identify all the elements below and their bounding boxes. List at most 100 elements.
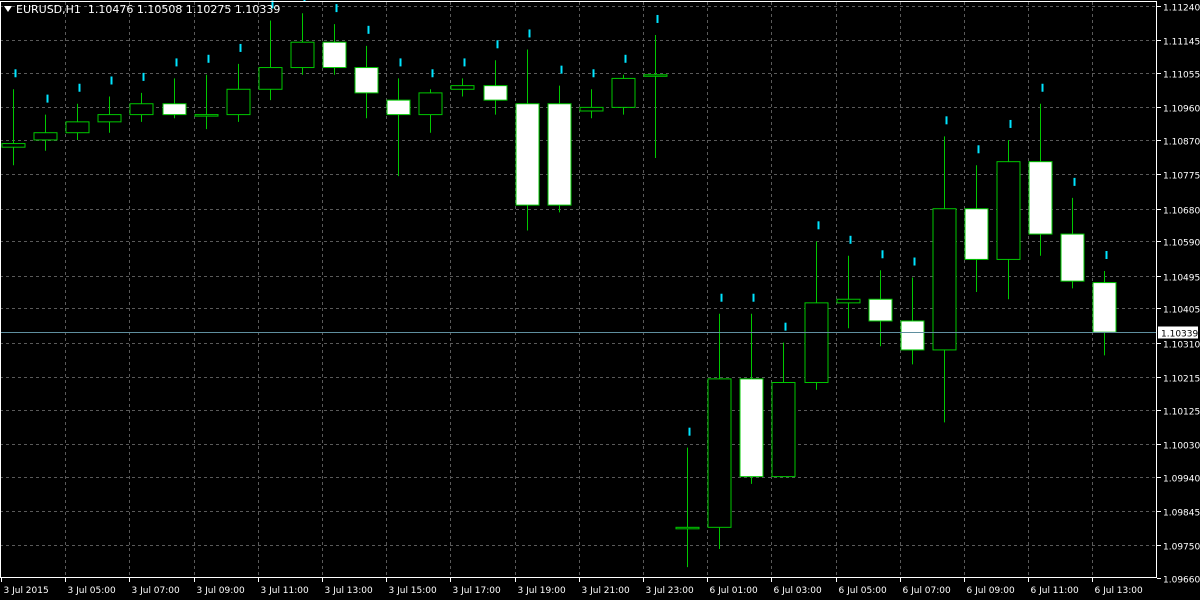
bull-candle-body xyxy=(707,378,732,528)
y-tick-label: 1.10870 xyxy=(1163,138,1200,148)
y-tick-label: 1.10680 xyxy=(1163,207,1200,217)
candle xyxy=(65,103,90,140)
bull-candle-body xyxy=(65,121,90,134)
x-tick-label: 3 Jul 19:00 xyxy=(518,586,567,596)
x-tick-label: 6 Jul 05:00 xyxy=(839,586,888,596)
candle xyxy=(515,49,540,231)
bear-candle-body xyxy=(1060,233,1085,282)
bull-candle-body xyxy=(932,208,957,351)
candle xyxy=(964,165,989,292)
candle xyxy=(258,20,283,101)
y-tick-label: 1.10215 xyxy=(1163,375,1200,385)
candle xyxy=(1,89,26,166)
x-tick-label: 6 Jul 07:00 xyxy=(903,586,952,596)
y-tick-label: 1.10405 xyxy=(1163,306,1200,316)
candle xyxy=(1092,271,1117,356)
x-tick-label: 3 Jul 13:00 xyxy=(325,586,374,596)
x-tick-label: 6 Jul 09:00 xyxy=(967,586,1016,596)
axes: 1.11240 1.11145 1.11055 1.10960 1.10870 1.107… xyxy=(0,1,1200,596)
candle xyxy=(804,241,829,390)
bull-candle-body xyxy=(996,161,1021,260)
bull-candle-body xyxy=(290,41,315,69)
y-tick-label: 1.10495 xyxy=(1163,274,1200,284)
bear-candle-body xyxy=(868,298,893,322)
y-tick-label: 1.10125 xyxy=(1163,408,1200,418)
x-tick-label: 6 Jul 03:00 xyxy=(774,586,823,596)
y-tick-label: 1.10310 xyxy=(1163,341,1200,351)
candle xyxy=(1060,197,1085,289)
bull-candle-body xyxy=(450,85,475,90)
candle xyxy=(194,74,219,130)
bull-candle-body xyxy=(611,77,636,108)
candle xyxy=(129,92,154,122)
current-price-line: 1.10339 xyxy=(0,326,1198,340)
candle xyxy=(771,342,796,478)
candle xyxy=(386,78,411,177)
candlestick-chart[interactable]: 1.10339 1.11240 1.11145 1.11055 1.10960 1.10… xyxy=(0,0,1200,600)
bull-candle-body xyxy=(129,103,154,116)
candle xyxy=(579,89,604,119)
ohlc-label: 1.10476 1.10508 1.10275 1.10339 xyxy=(87,3,281,16)
bear-candle-body xyxy=(900,320,925,351)
candle xyxy=(322,24,347,75)
bull-candle-body xyxy=(836,298,861,304)
grid xyxy=(0,2,1157,578)
chart-area[interactable]: 1.10339 1.11240 1.11145 1.11055 1.10960 1.10… xyxy=(0,0,1200,600)
bull-candle-body xyxy=(258,67,283,90)
bear-candle-body xyxy=(1092,282,1117,333)
x-tick-label: 3 Jul 05:00 xyxy=(68,586,117,596)
bear-candle-body xyxy=(162,103,187,116)
candle xyxy=(547,85,572,213)
candle xyxy=(611,74,636,115)
x-tick-label: 3 Jul 15:00 xyxy=(389,586,438,596)
candle xyxy=(643,34,668,159)
y-tick-label: 1.10590 xyxy=(1163,239,1200,249)
x-tick-label: 3 Jul 11:00 xyxy=(261,586,310,596)
candle xyxy=(707,313,732,550)
y-tick-label: 1.10030 xyxy=(1163,442,1200,452)
x-tick-label: 3 Jul 07:00 xyxy=(132,586,181,596)
candle xyxy=(162,78,187,119)
x-tick-label: 6 Jul 01:00 xyxy=(710,586,759,596)
symbol-label: EURUSD,H1 xyxy=(16,3,81,16)
candles xyxy=(1,13,1117,568)
chart-title[interactable]: EURUSD,H1 1.10476 1.10508 1.10275 1.1033… xyxy=(4,3,280,16)
y-tick-label: 1.09750 xyxy=(1163,543,1200,553)
candle xyxy=(33,114,58,151)
candle xyxy=(226,63,251,122)
candle xyxy=(868,270,893,347)
candle xyxy=(1028,103,1053,256)
candle xyxy=(675,447,700,568)
bear-candle-body xyxy=(322,41,347,69)
candle xyxy=(290,13,315,75)
bear-candle-body xyxy=(483,85,508,101)
bull-candle-body xyxy=(1,143,26,148)
bear-candle-body xyxy=(739,378,764,478)
bear-candle-body xyxy=(964,208,989,260)
x-tick-label: 3 Jul 09:00 xyxy=(197,586,246,596)
bull-candle-body xyxy=(226,88,251,116)
y-tick-label: 1.11240 xyxy=(1163,4,1200,14)
bull-candle-body xyxy=(194,114,219,117)
y-tick-label: 1.11055 xyxy=(1163,71,1200,81)
candle xyxy=(450,78,475,97)
bear-candle-body xyxy=(1028,161,1053,235)
bull-candle-body xyxy=(97,114,122,123)
candle xyxy=(418,89,443,133)
bear-candle-body xyxy=(547,103,572,206)
current-price-label: 1.10339 xyxy=(1161,330,1198,340)
chevron-down-icon[interactable] xyxy=(4,6,12,12)
candle xyxy=(932,136,957,423)
bear-candle-body xyxy=(386,99,411,116)
candle xyxy=(996,139,1021,300)
bull-candle-body xyxy=(418,92,443,116)
x-tick-label: 3 Jul 23:00 xyxy=(646,586,695,596)
x-tick-label: 6 Jul 11:00 xyxy=(1031,586,1080,596)
bull-candle-body xyxy=(804,302,829,384)
candle xyxy=(97,96,122,133)
candle xyxy=(483,60,508,115)
candle xyxy=(739,313,764,484)
plot-border xyxy=(0,1,1157,578)
bull-candle-body xyxy=(643,74,668,77)
bull-candle-body xyxy=(675,526,700,530)
